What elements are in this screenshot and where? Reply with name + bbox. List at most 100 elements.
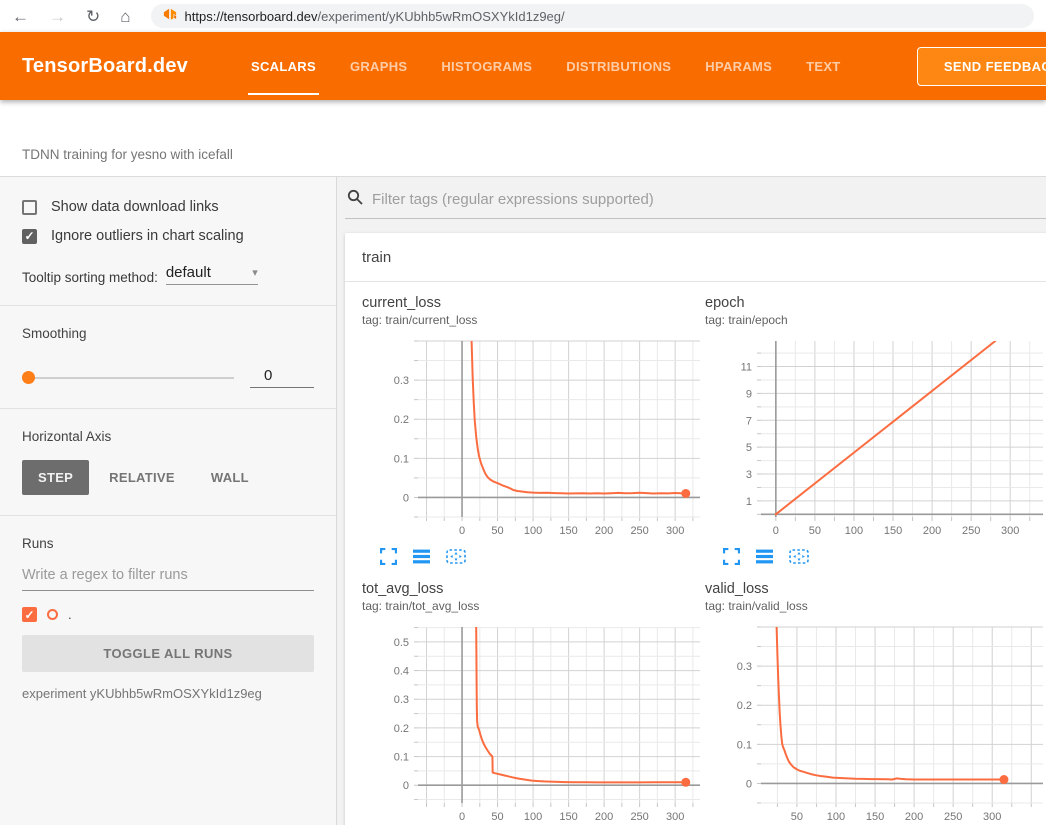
- svg-text:0.1: 0.1: [737, 739, 752, 751]
- svg-text:0: 0: [746, 778, 752, 790]
- chart-tag: tag: train/tot_avg_loss: [362, 599, 705, 613]
- line-chart-valid-loss[interactable]: 50 100 150 200 250 300 0 0.1 0.2 0.3: [705, 623, 1045, 825]
- svg-text:7: 7: [746, 415, 752, 427]
- svg-text:1: 1: [746, 496, 752, 508]
- svg-text:0: 0: [459, 811, 465, 823]
- chart-card-valid-loss: valid_loss tag: train/valid_loss 50 100 15…: [705, 581, 1046, 825]
- svg-text:50: 50: [491, 811, 503, 823]
- tag-filter-input[interactable]: [372, 191, 1046, 208]
- reload-icon[interactable]: ↻: [86, 8, 100, 25]
- svg-text:0.2: 0.2: [394, 723, 409, 735]
- relative-axis-button[interactable]: RELATIVE: [93, 460, 191, 495]
- log-scale-icon[interactable]: [413, 548, 431, 565]
- svg-text:250: 250: [962, 525, 980, 537]
- svg-text:9: 9: [746, 388, 752, 400]
- tab-histograms[interactable]: HISTOGRAMS: [424, 32, 549, 100]
- svg-text:150: 150: [559, 811, 577, 823]
- address-bar[interactable]: https://tensorboard.dev/experiment/yKUbh…: [151, 4, 1034, 28]
- fullscreen-icon[interactable]: [380, 548, 398, 565]
- tooltip-sorting-select[interactable]: default ▾: [166, 264, 258, 285]
- svg-text:100: 100: [524, 525, 542, 537]
- svg-text:0.3: 0.3: [737, 661, 752, 673]
- horizontal-axis-label: Horizontal Axis: [22, 429, 314, 444]
- svg-text:50: 50: [491, 525, 503, 537]
- ignore-outliers-checkbox-row[interactable]: ✓ Ignore outliers in chart scaling: [22, 228, 314, 244]
- tab-scalars[interactable]: SCALARS: [234, 32, 333, 100]
- svg-text:300: 300: [666, 525, 684, 537]
- run-row[interactable]: ✓ .: [22, 607, 314, 622]
- fit-domain-icon[interactable]: [789, 548, 807, 565]
- chart-tag: tag: train/valid_loss: [705, 599, 1046, 613]
- chart-card-epoch: epoch tag: train/epoch 05010015020025030…: [705, 295, 1046, 581]
- wall-axis-button[interactable]: WALL: [195, 460, 265, 495]
- svg-text:150: 150: [884, 525, 902, 537]
- svg-text:300: 300: [666, 811, 684, 823]
- checkbox-icon[interactable]: ✓: [22, 200, 37, 215]
- checkbox-icon[interactable]: ✓: [22, 229, 37, 244]
- svg-text:3: 3: [746, 469, 752, 481]
- app-header: TensorBoard.dev SCALARS GRAPHS HISTOGRAM…: [0, 32, 1046, 100]
- svg-text:250: 250: [944, 811, 962, 823]
- slider-thumb[interactable]: [22, 371, 35, 384]
- tag-filter-row: [345, 187, 1046, 219]
- svg-text:100: 100: [845, 525, 863, 537]
- tab-hparams[interactable]: HPARAMS: [688, 32, 789, 100]
- svg-text:300: 300: [983, 811, 1001, 823]
- svg-text:150: 150: [559, 525, 577, 537]
- chart-title: current_loss: [362, 295, 705, 311]
- chart-title: valid_loss: [705, 581, 1046, 597]
- svg-text:0.3: 0.3: [394, 694, 409, 706]
- train-section-header[interactable]: train: [345, 233, 1046, 282]
- show-download-links-checkbox-row[interactable]: ✓ Show data download links: [22, 199, 314, 215]
- line-chart-tot-avg-loss[interactable]: 05010015020025030000.10.20.30.40.5: [362, 623, 702, 825]
- back-icon[interactable]: ←: [12, 8, 29, 25]
- fit-domain-icon[interactable]: [446, 548, 464, 565]
- checkbox-label: Show data download links: [51, 199, 219, 215]
- run-name: .: [68, 607, 72, 622]
- send-feedback-button[interactable]: SEND FEEDBACK: [917, 47, 1046, 86]
- tab-graphs[interactable]: GRAPHS: [333, 32, 424, 100]
- tooltip-sorting-label: Tooltip sorting method:: [22, 270, 158, 285]
- runs-filter-input[interactable]: [22, 567, 314, 591]
- forward-icon[interactable]: →: [49, 8, 66, 25]
- svg-text:100: 100: [827, 811, 845, 823]
- svg-text:5: 5: [746, 442, 752, 454]
- url-text: https://tensorboard.dev/experiment/yKUbh…: [185, 9, 565, 24]
- toggle-all-runs-button[interactable]: TOGGLE ALL RUNS: [22, 635, 314, 672]
- svg-text:0.2: 0.2: [737, 700, 752, 712]
- svg-text:150: 150: [866, 811, 884, 823]
- svg-text:0: 0: [773, 525, 779, 537]
- browser-toolbar: ← → ↻ ⌂ https://tensorboard.dev/experime…: [0, 0, 1046, 32]
- chart-card-current-loss: current_loss tag: train/current_loss 050…: [362, 295, 705, 581]
- fullscreen-icon[interactable]: [723, 548, 741, 565]
- svg-text:50: 50: [791, 811, 803, 823]
- svg-text:250: 250: [630, 525, 648, 537]
- chart-toolbar: [380, 548, 705, 565]
- svg-text:100: 100: [524, 811, 542, 823]
- divider: [0, 305, 336, 306]
- tab-bar: SCALARS GRAPHS HISTOGRAMS DISTRIBUTIONS …: [234, 32, 858, 100]
- svg-text:0.4: 0.4: [394, 666, 409, 678]
- home-icon[interactable]: ⌂: [120, 8, 130, 25]
- step-axis-button[interactable]: STEP: [22, 460, 89, 495]
- runs-label: Runs: [22, 536, 314, 551]
- svg-text:0.1: 0.1: [394, 752, 409, 764]
- svg-text:200: 200: [923, 525, 941, 537]
- svg-text:50: 50: [809, 525, 821, 537]
- train-section-card: train current_loss tag: train/current_lo…: [345, 233, 1046, 825]
- tab-distributions[interactable]: DISTRIBUTIONS: [549, 32, 688, 100]
- experiment-bar: TDNN training for yesno with icefall: [0, 100, 1046, 177]
- smoothing-value-input[interactable]: [250, 367, 314, 388]
- run-checkbox[interactable]: ✓: [22, 607, 37, 622]
- log-scale-icon[interactable]: [756, 548, 774, 565]
- svg-text:0.2: 0.2: [394, 414, 409, 426]
- tab-text[interactable]: TEXT: [789, 32, 857, 100]
- smoothing-slider[interactable]: [22, 377, 234, 379]
- run-color-ring: [47, 609, 58, 620]
- checkbox-label: Ignore outliers in chart scaling: [51, 228, 244, 244]
- line-chart-current-loss[interactable]: 05010015020025030000.10.20.3: [362, 337, 702, 543]
- tensorboard-favicon: [163, 7, 177, 26]
- svg-text:200: 200: [905, 811, 923, 823]
- chart-toolbar: [723, 548, 1046, 565]
- line-chart-epoch[interactable]: 0501001502002503001357911: [705, 337, 1045, 543]
